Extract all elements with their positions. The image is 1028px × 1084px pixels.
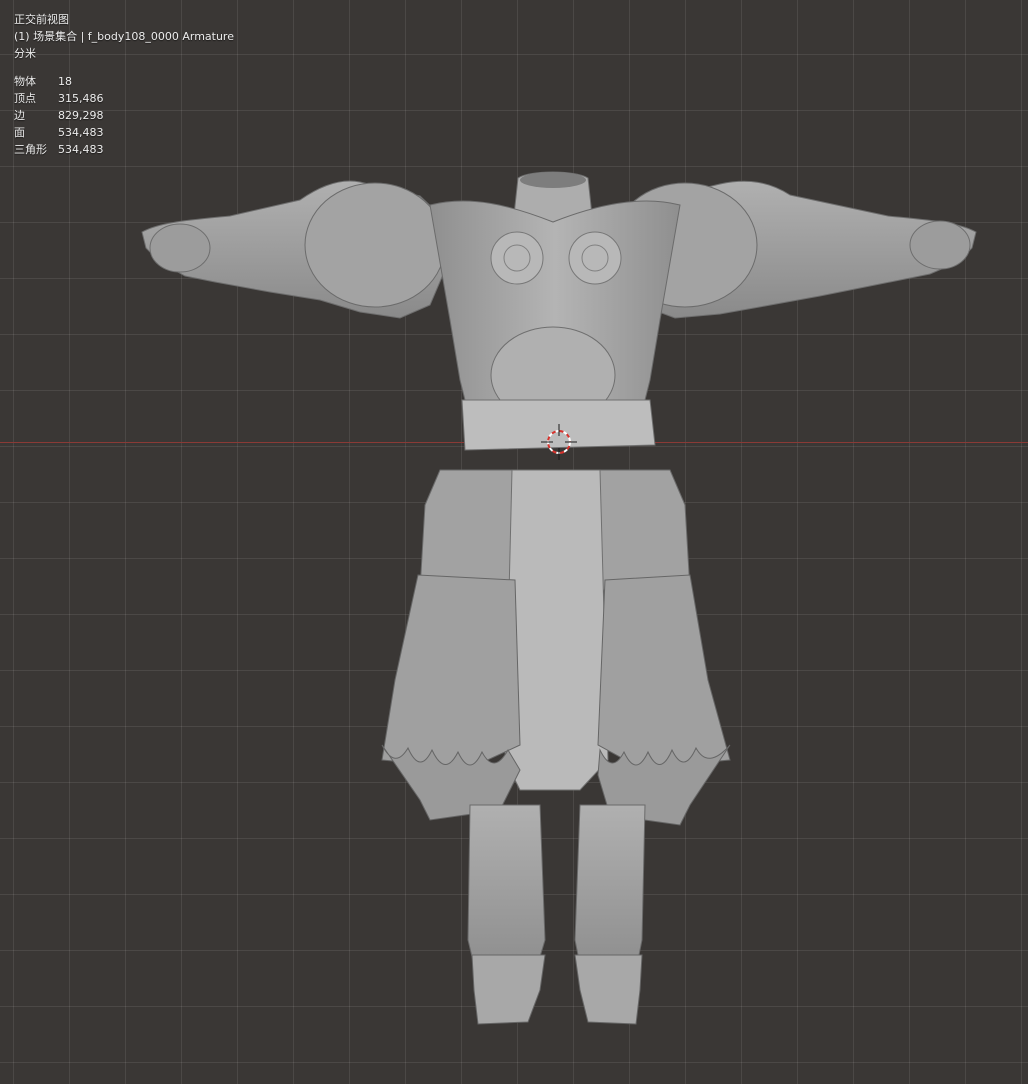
armor-model[interactable] [0,0,1028,1084]
left-pauldron [304,182,446,308]
stat-row-faces: 面 534,483 [14,124,234,141]
left-tasset [381,574,521,769]
stat-label: 物体 [14,75,36,88]
stat-row-edges: 边 829,298 [14,107,234,124]
stat-row-vertices: 顶点 315,486 [14,90,234,107]
stat-value: 534,483 [58,143,104,156]
stat-label: 顶点 [14,92,36,105]
unit-label: 分米 [14,47,36,60]
collar-opening [520,172,586,188]
front-apron [504,469,609,791]
stat-value: 534,483 [58,126,104,139]
chest-medallion-left [490,231,544,285]
3d-viewport[interactable]: 正交前视图 (1) 场景集合 | f_body108_0000 Armature… [0,0,1028,1084]
view-name-label: 正交前视图 [14,13,69,26]
left-cuff [149,223,211,273]
stat-row-triangles: 三角形 534,483 [14,141,234,158]
stat-value: 18 [58,75,72,88]
stat-label: 面 [14,126,25,139]
stat-label: 边 [14,109,25,122]
viewport-info-overlay: 正交前视图 (1) 场景集合 | f_body108_0000 Armature… [14,11,234,158]
right-cuff [909,220,971,270]
stat-value: 829,298 [58,109,104,122]
stat-row-objects: 物体 18 [14,73,234,90]
stat-value: 315,486 [58,92,104,105]
left-boot [471,954,546,1025]
right-tasset [597,574,731,769]
stat-label: 三角形 [14,143,47,156]
right-boot [574,954,643,1025]
chest-medallion-right [568,231,622,285]
collection-object-label: (1) 场景集合 | f_body108_0000 Armature [14,30,234,43]
